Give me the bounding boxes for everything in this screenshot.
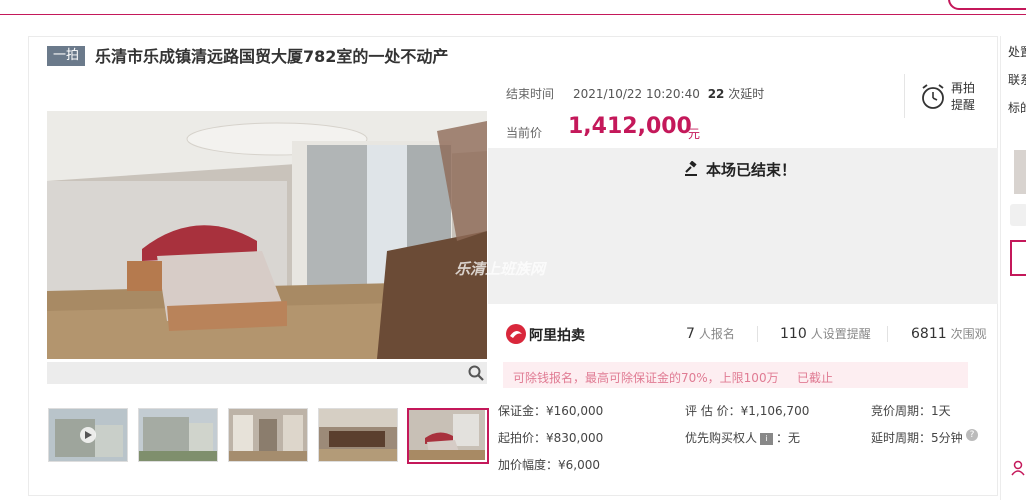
info-badge-icon[interactable]: i (760, 432, 774, 445)
currency-unit: 元 (688, 127, 701, 141)
photo-thumbnail-2[interactable] (138, 408, 218, 462)
view-label: 次围观 (950, 327, 987, 341)
side-thumbnail[interactable] (1014, 150, 1026, 194)
alarm-clock-icon[interactable] (920, 83, 946, 111)
delay-count: 22 (707, 87, 725, 101)
signup-count: 7 (686, 326, 695, 342)
priority-buyer-label: 优先购买权人 (685, 431, 758, 445)
ali-auction-logo: 阿里拍卖 (505, 323, 585, 345)
main-property-photo[interactable] (47, 111, 487, 359)
remind-line-1: 再拍 (951, 81, 976, 95)
top-navigation-bar (0, 0, 1026, 15)
stat-divider-1 (757, 326, 758, 342)
photo-thumbnail-4[interactable] (318, 408, 398, 462)
photo-watermark: 乐清上班族网 (455, 260, 546, 278)
gavel-icon (684, 160, 700, 177)
deposit-notice-text: 可除钱报名，最高可除保证金的70%，上限100万 (513, 371, 779, 385)
photo-thumbnail-1[interactable] (48, 408, 128, 462)
deposit-amount: 保证金：¥160,000 (498, 404, 604, 418)
bid-increment: 加价幅度：¥6,000 (498, 458, 600, 472)
delay-cycle: 延时周期：5分钟 (871, 431, 963, 445)
person-icon[interactable] (1010, 460, 1026, 476)
view-count: 6811 (911, 326, 947, 342)
starting-price: 起拍价：¥830,000 (498, 431, 604, 445)
side-action-box[interactable] (1010, 240, 1026, 276)
priority-buyer-row: 优先购买权人 i ：无 (685, 429, 800, 446)
end-time-label: 结束时间 (506, 87, 555, 101)
side-info-line-1: 处置 (1008, 45, 1026, 59)
stat-divider-2 (887, 326, 888, 342)
remind-divider (904, 74, 905, 118)
side-info-line-2: 联系 (1008, 73, 1026, 87)
photo-thumbnail-5-selected[interactable] (407, 408, 489, 464)
auction-ended-text: 本场已结束！ (706, 161, 797, 179)
image-zoom-bar (47, 362, 487, 384)
appraisal-price: 评 估 价：¥1,106,700 (685, 404, 810, 418)
side-button[interactable] (1010, 204, 1026, 226)
end-time-value: 2021/10/22 10:20:40 (573, 87, 700, 101)
priority-buyer-value: ：无 (776, 431, 801, 445)
signup-label: 人报名 (698, 327, 735, 341)
top-search-box[interactable] (948, 0, 1026, 10)
current-price-label: 当前价 (506, 126, 543, 140)
bidding-cycle: 竞价周期：1天 (871, 404, 951, 418)
current-price-value: 1,412,000 (568, 114, 692, 139)
relist-remind-button[interactable]: 再拍 提醒 (951, 80, 981, 114)
remind-count: 110 (780, 326, 807, 342)
delay-label: 次延时 (728, 87, 765, 101)
zoom-search-icon[interactable] (467, 364, 485, 382)
deposit-notice-status: 已截止 (797, 371, 834, 385)
photo-thumbnail-3[interactable] (228, 408, 308, 462)
page-title: 乐清市乐成镇清远路国贸大厦782室的一处不动产 (95, 47, 449, 66)
remind-line-2: 提醒 (951, 98, 976, 112)
side-info-line-3: 标的 (1008, 101, 1026, 115)
platform-name: 阿里拍卖 (529, 328, 585, 344)
remind-count-label: 人设置提醒 (810, 327, 871, 341)
help-question-icon[interactable]: ? (966, 429, 978, 441)
auction-round-tag: 一拍 (47, 46, 85, 66)
